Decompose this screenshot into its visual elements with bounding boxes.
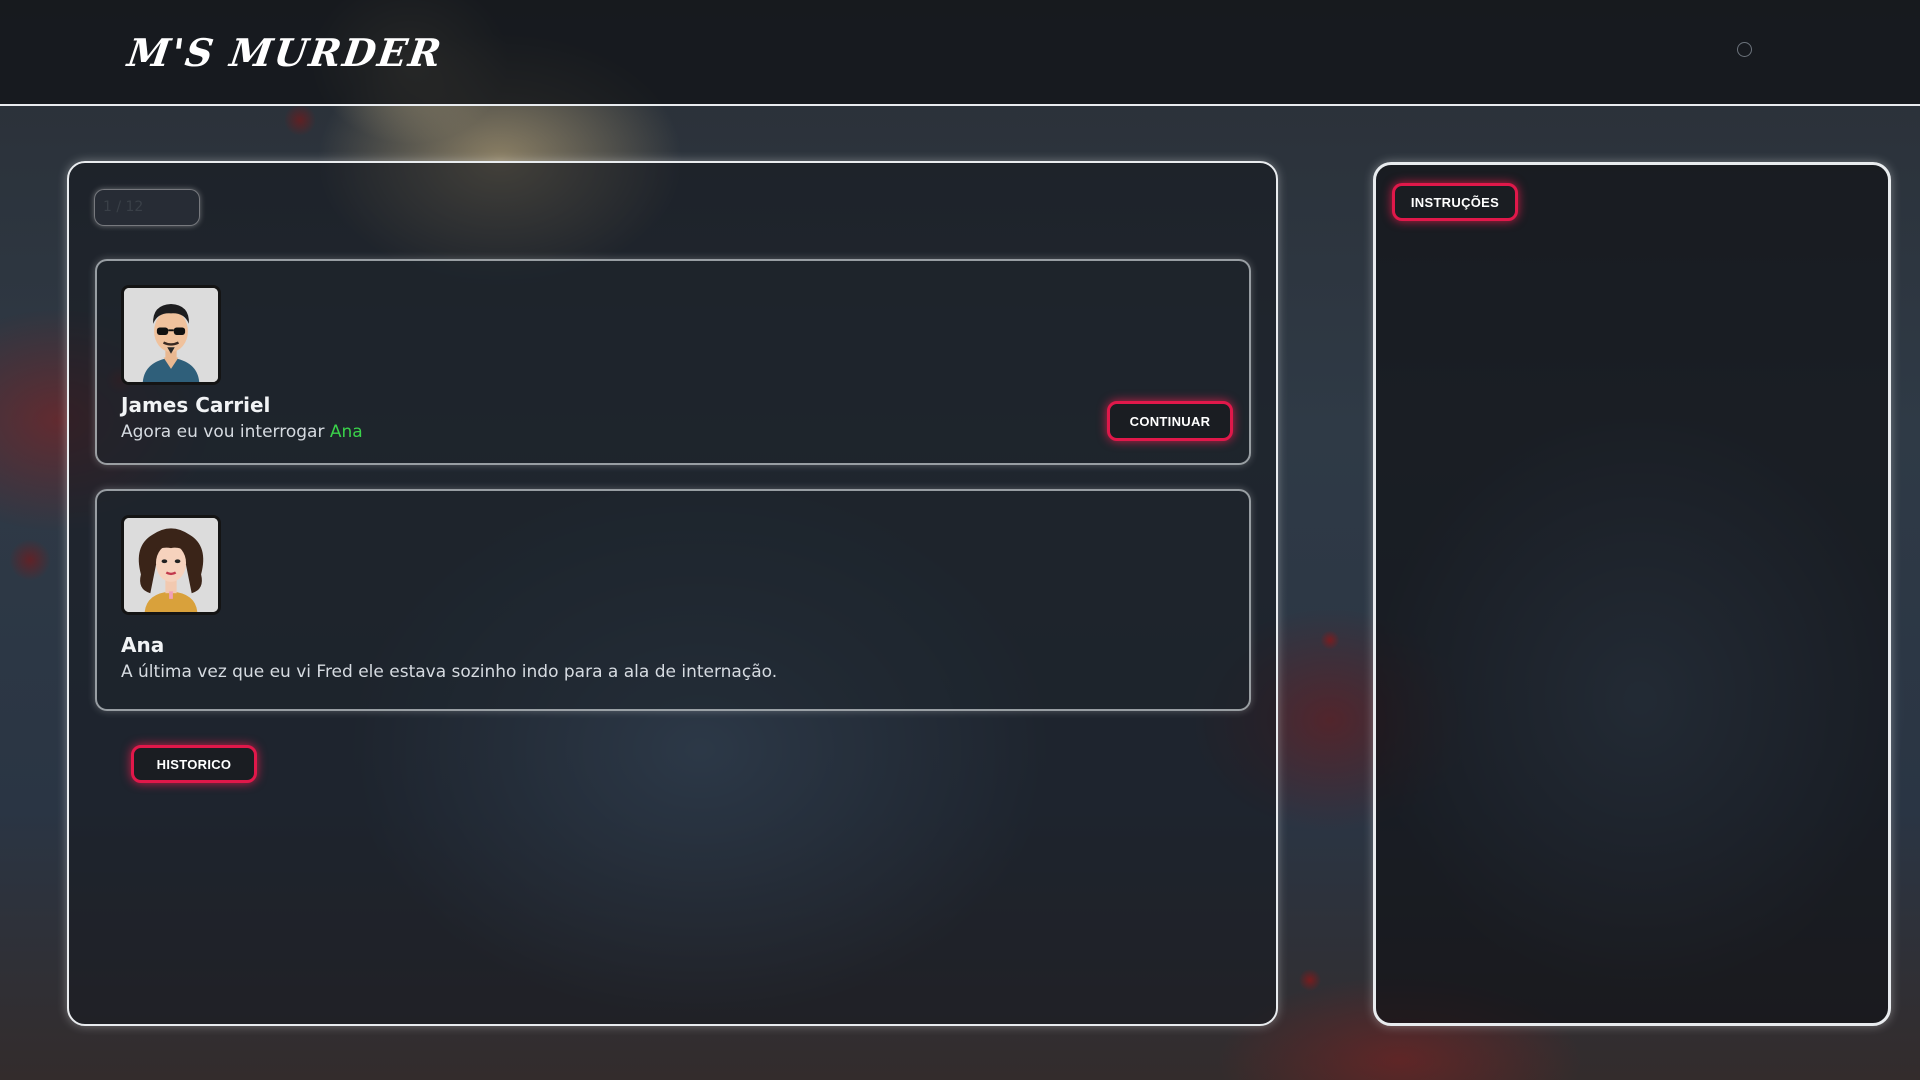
dialogue-panel: 1 / 12 James Carriel Agora eu vou interr… bbox=[67, 161, 1278, 1026]
history-button[interactable]: HISTORICO bbox=[131, 745, 257, 783]
speaker-name: Ana bbox=[121, 633, 165, 657]
top-bar: M'S MURDER bbox=[0, 0, 1920, 106]
dialogue-card: James Carriel Agora eu vou interrogar An… bbox=[95, 259, 1251, 465]
dialogue-text: A última vez que eu vi Fred ele estava s… bbox=[121, 662, 778, 682]
avatar bbox=[121, 285, 221, 385]
female-curly-hair-avatar-icon bbox=[124, 518, 218, 612]
dialogue-card: Ana A última vez que eu vi Fred ele esta… bbox=[95, 489, 1251, 711]
avatar bbox=[121, 515, 221, 615]
dialogue-text-part: Agora eu vou interrogar bbox=[121, 422, 330, 442]
male-detective-avatar-icon bbox=[124, 288, 218, 382]
highlighted-name: Ana bbox=[329, 422, 363, 442]
game-logo: M'S MURDER bbox=[124, 30, 446, 75]
continue-button[interactable]: CONTINUAR bbox=[1107, 401, 1233, 441]
instructions-button[interactable]: INSTRUÇÕES bbox=[1392, 183, 1518, 221]
instructions-panel: INSTRUÇÕES bbox=[1373, 162, 1891, 1026]
status-circle-icon[interactable] bbox=[1737, 42, 1752, 57]
dialogue-counter: 1 / 12 bbox=[94, 189, 200, 226]
dialogue-text: Agora eu vou interrogar Ana bbox=[121, 422, 363, 442]
speaker-name: James Carriel bbox=[121, 393, 271, 417]
